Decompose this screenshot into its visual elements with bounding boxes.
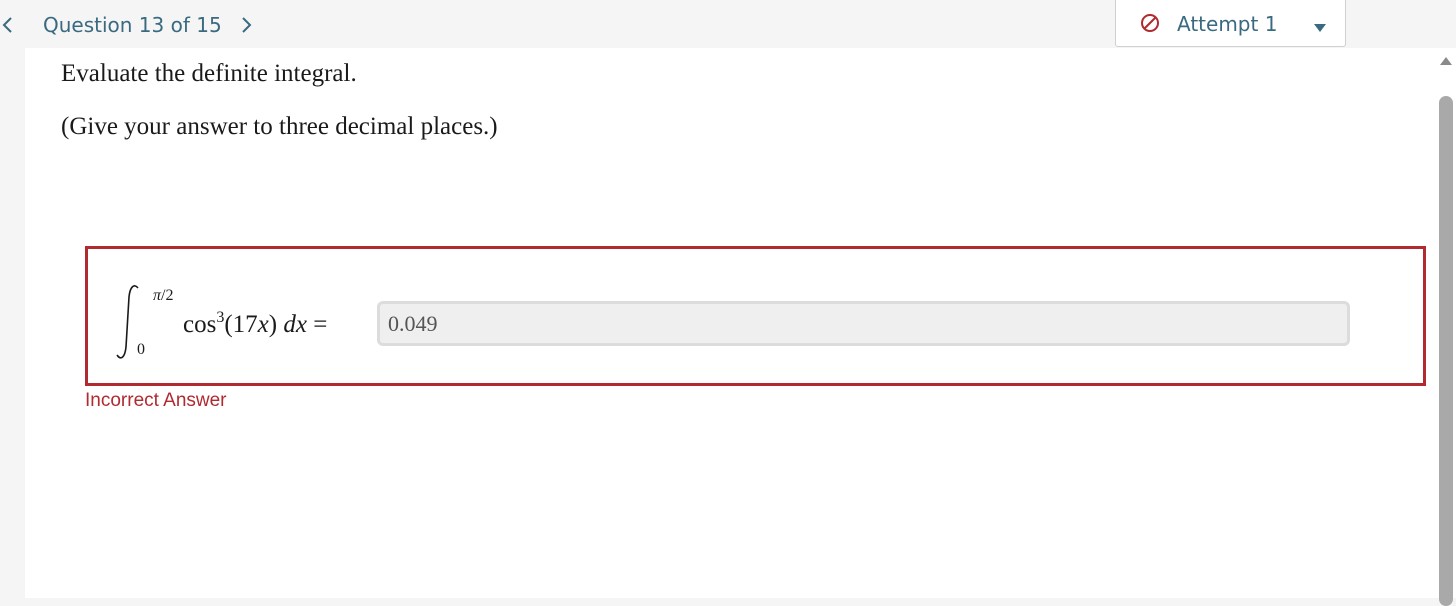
upper-limit-pi: π [153, 287, 162, 304]
attempt-label: Attempt 1 [1177, 12, 1278, 36]
caret-down-icon [1313, 18, 1327, 32]
integral-expression: π/2 0 cos3(17x) dx = [116, 283, 376, 363]
argument-variable: x [257, 311, 269, 338]
upper-limit-rest: /2 [161, 287, 174, 304]
question-instruction: Evaluate the definite integral. [61, 60, 357, 87]
equals-sign: = [313, 311, 328, 338]
upper-limit: π/2 [153, 287, 173, 305]
function-name: cos [183, 311, 217, 338]
lower-limit: 0 [137, 341, 145, 358]
scrollbar-thumb[interactable] [1439, 96, 1453, 606]
argument-open: (17 [224, 311, 258, 338]
no-entry-icon [1140, 13, 1160, 33]
question-content: Evaluate the definite integral. (Give yo… [25, 48, 1436, 598]
chevron-right-icon[interactable] [238, 10, 256, 40]
differential: dx [283, 311, 307, 338]
argument-close: ) [268, 311, 278, 338]
answer-panel: π/2 0 cos3(17x) dx = [85, 246, 1426, 386]
attempt-dropdown[interactable]: Attempt 1 [1115, 0, 1346, 47]
answer-input[interactable] [377, 301, 1350, 346]
incorrect-answer-feedback: Incorrect Answer [85, 390, 227, 411]
vertical-scrollbar[interactable] [1436, 48, 1456, 606]
integrand: cos3(17x) dx = [183, 309, 327, 339]
question-navigation-bar: Question 13 of 15 Attempt 1 [0, 0, 1456, 48]
scroll-up-arrow-icon[interactable] [1439, 52, 1453, 65]
chevron-left-icon[interactable] [0, 10, 16, 40]
question-counter: Question 13 of 15 [43, 13, 222, 37]
question-note: (Give your answer to three decimal place… [61, 113, 498, 140]
